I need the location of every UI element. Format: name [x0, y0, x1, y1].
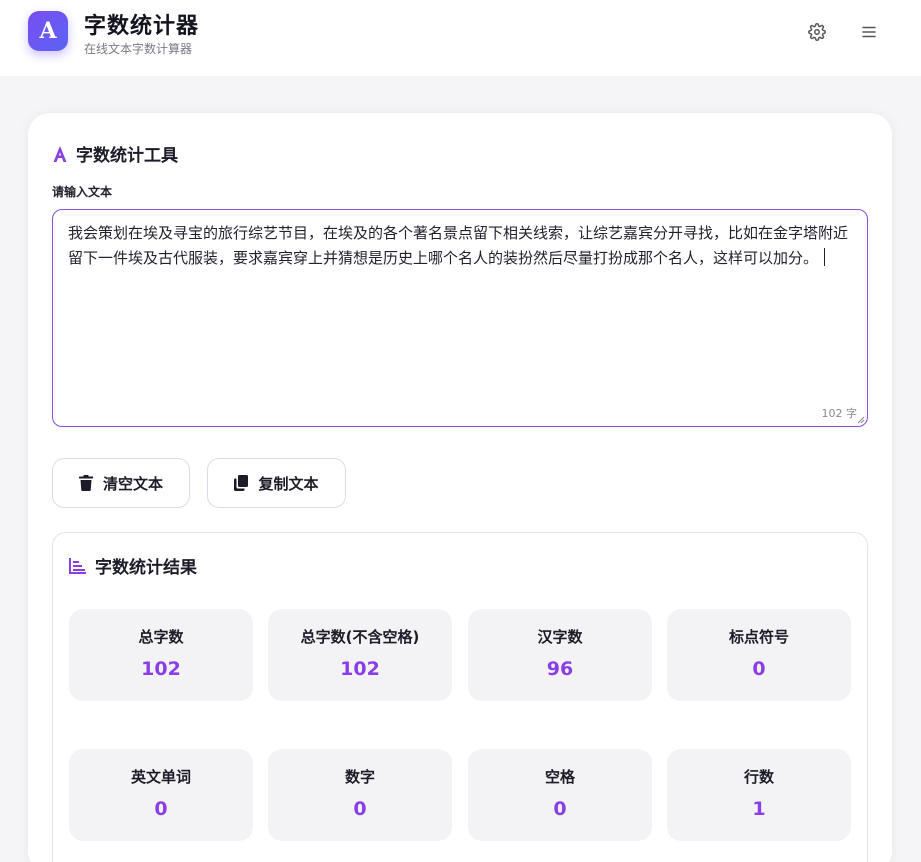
resize-handle-icon[interactable] [857, 416, 865, 424]
gear-icon [808, 23, 826, 41]
tool-title-text: 字数统计工具 [76, 146, 178, 166]
stat-label: 标点符号 [728, 628, 789, 646]
word-count-tool-card: 字数统计工具 请输入文本 我会策划在埃及寻宝的旅行综艺节目，在埃及的各个著名景点… [28, 113, 892, 862]
stat-label: 英文单词 [130, 768, 191, 786]
logo-letter: A [39, 18, 57, 44]
app-logo: A [28, 11, 68, 51]
clear-text-label: 清空文本 [102, 474, 163, 493]
input-label: 请输入文本 [52, 185, 113, 199]
app-title: 字数统计器 [84, 14, 200, 39]
stat-total-chars: 总字数 102 [69, 609, 253, 701]
stat-punctuation: 标点符号 0 [667, 609, 851, 701]
stat-value: 0 [553, 798, 567, 820]
stat-english-words: 英文单词 0 [69, 749, 253, 841]
tool-title: 字数统计工具 [52, 141, 178, 166]
stat-digits: 数字 0 [268, 749, 452, 841]
stat-value: 96 [546, 658, 574, 680]
settings-button[interactable] [803, 18, 831, 46]
clear-text-button[interactable]: 清空文本 [52, 458, 190, 508]
stat-label: 空格 [544, 768, 575, 786]
app-header: A 字数统计器 在线文本字数计算器 [0, 0, 921, 76]
font-a-icon [53, 145, 67, 162]
bar-chart-icon [69, 557, 86, 574]
stat-value: 102 [141, 658, 181, 680]
stat-value: 0 [353, 798, 367, 820]
copy-icon [234, 475, 249, 491]
text-cursor [824, 248, 826, 266]
app-subtitle: 在线文本字数计算器 [84, 42, 193, 56]
stat-spaces: 空格 0 [468, 749, 652, 841]
stat-lines: 行数 1 [667, 749, 851, 841]
results-title: 字数统计结果 [69, 553, 197, 578]
stat-label: 汉字数 [537, 628, 583, 646]
stat-label: 数字 [344, 768, 375, 786]
results-title-text: 字数统计结果 [95, 558, 197, 578]
stat-value: 0 [752, 658, 766, 680]
stat-value: 0 [154, 798, 168, 820]
stat-value: 102 [340, 658, 380, 680]
stat-label: 行数 [743, 768, 774, 786]
text-input-content: 我会策划在埃及寻宝的旅行综艺节目，在埃及的各个著名景点留下相关线索，让综艺嘉宾分… [68, 224, 849, 267]
stat-total-chars-no-spaces: 总字数(不含空格) 102 [268, 609, 452, 701]
stat-value: 1 [752, 798, 766, 820]
copy-text-label: 复制文本 [258, 474, 319, 493]
hamburger-menu-icon [862, 26, 876, 38]
text-input[interactable]: 我会策划在埃及寻宝的旅行综艺节目，在埃及的各个著名景点留下相关线索，让综艺嘉宾分… [52, 209, 868, 427]
results-panel: 字数统计结果 总字数 102 总字数(不含空格) 102 汉字数 96 标点符号… [52, 532, 868, 862]
stat-label: 总字数(不含空格) [300, 628, 420, 646]
menu-button[interactable] [855, 18, 883, 46]
char-count: 102 字 [821, 407, 858, 420]
trash-icon [78, 475, 93, 491]
stat-label: 总字数 [138, 628, 184, 646]
stat-chinese-chars: 汉字数 96 [468, 609, 652, 701]
copy-text-button[interactable]: 复制文本 [207, 458, 346, 508]
